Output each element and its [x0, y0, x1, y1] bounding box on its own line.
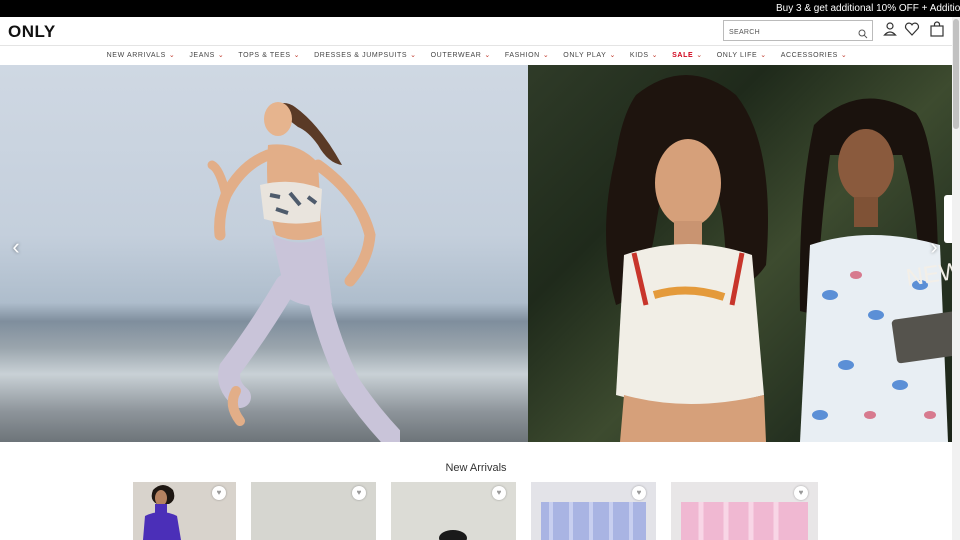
wishlist-heart-icon[interactable]: ♥: [212, 486, 226, 500]
chevron-down-icon: ⌄: [217, 52, 225, 59]
nav-item-only-play[interactable]: ONLY PLAY ⌄: [556, 46, 623, 66]
nav-item-new-arrivals[interactable]: NEW ARRIVALS ⌄: [100, 46, 183, 66]
nav-item-sale[interactable]: SALE ⌄: [665, 46, 710, 66]
hero-slide-models[interactable]: NEW: [528, 65, 952, 442]
chevron-down-icon: ⌄: [168, 52, 176, 59]
chevron-down-icon: ⌄: [542, 52, 550, 59]
chevron-down-icon: ⌄: [293, 52, 301, 59]
carousel-prev-button[interactable]: ‹: [6, 235, 26, 259]
product-card[interactable]: ♥: [531, 482, 656, 540]
nav-item-fashion[interactable]: FASHION ⌄: [498, 46, 556, 66]
product-card[interactable]: ♥: [391, 482, 516, 540]
hero-carousel[interactable]: NEW ‹ ›: [0, 65, 952, 442]
nav-item-accessories[interactable]: ACCESSORIES ⌄: [774, 46, 855, 66]
chevron-down-icon: ⌄: [484, 52, 491, 59]
nav-item-kids[interactable]: KIDS ⌄: [623, 46, 665, 66]
scrollbar-thumb[interactable]: [953, 19, 959, 129]
hero-slide-beach-runner[interactable]: [0, 65, 528, 442]
chevron-down-icon: ⌄: [410, 52, 417, 59]
nav-item-dresses-jumpsuits[interactable]: DRESSES & JUMPSUITS ⌄: [307, 46, 424, 66]
user-icon[interactable]: [882, 21, 898, 37]
carousel-next-button[interactable]: ›: [924, 235, 944, 259]
main-nav: NEW ARRIVALS ⌄ JEANS ⌄ TOPS & TEES ⌄ DRESSE…: [0, 45, 952, 65]
product-card[interactable]: ♥: [251, 482, 376, 540]
wishlist-heart-icon[interactable]: ♥: [492, 486, 506, 500]
model-figure: [606, 75, 768, 442]
search-icon[interactable]: [858, 26, 868, 39]
promo-text: Buy 3 & get additional 10% OFF + Additio…: [776, 3, 960, 14]
nav-item-jeans[interactable]: JEANS ⌄: [182, 46, 231, 66]
chevron-down-icon: ⌄: [651, 52, 659, 59]
runner-figure: [207, 102, 400, 442]
product-card[interactable]: ♥: [671, 482, 818, 540]
wishlist-heart-icon[interactable]: ♥: [794, 486, 808, 500]
bag-icon[interactable]: [929, 21, 945, 37]
new-arrivals-title: New Arrivals: [445, 462, 507, 474]
product-card[interactable]: ♥: [133, 482, 236, 540]
page-scrollbar[interactable]: [952, 17, 960, 540]
site-header: ONLY: [0, 17, 952, 45]
wishlist-heart-icon[interactable]: ♥: [632, 486, 646, 500]
nav-item-outerwear[interactable]: OUTERWEAR ⌄: [424, 46, 498, 66]
nav-item-only-life[interactable]: ONLY LIFE ⌄: [710, 46, 774, 66]
search-box[interactable]: [723, 20, 873, 42]
wishlist-heart-icon[interactable]: ♥: [352, 486, 366, 500]
chevron-down-icon: ⌄: [609, 52, 616, 59]
heart-icon[interactable]: [904, 21, 920, 37]
brand-logo[interactable]: ONLY: [8, 22, 56, 42]
chevron-down-icon: ⌄: [760, 52, 767, 59]
search-input[interactable]: [724, 23, 849, 42]
promo-bar: Buy 3 & get additional 10% OFF + Additio…: [0, 0, 960, 17]
chevron-down-icon: ⌄: [696, 52, 703, 59]
chevron-down-icon: ⌄: [840, 52, 848, 59]
nav-item-tops-tees[interactable]: TOPS & TEES ⌄: [231, 46, 307, 66]
nav-list: NEW ARRIVALS ⌄ JEANS ⌄ TOPS & TEES ⌄ DRESSE…: [0, 46, 952, 66]
